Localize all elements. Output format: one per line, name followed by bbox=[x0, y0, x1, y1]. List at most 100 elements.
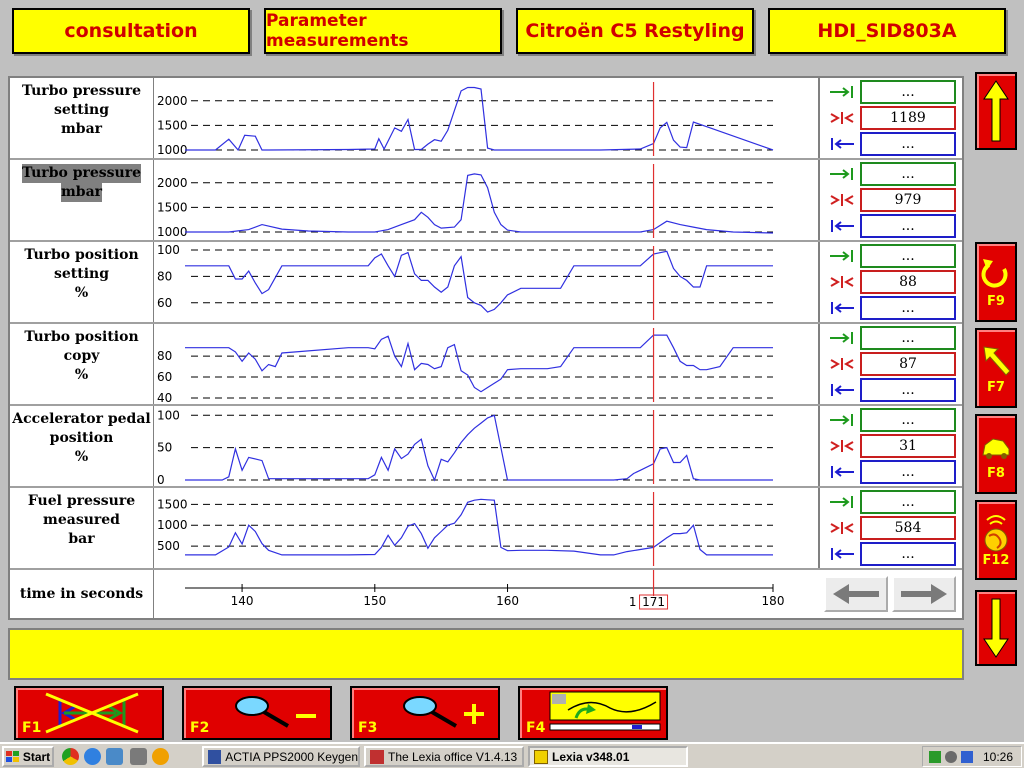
current-value-field[interactable]: 31 bbox=[860, 434, 956, 458]
min-value-field[interactable]: ... bbox=[860, 460, 956, 484]
system-tray: 10:26 bbox=[922, 746, 1022, 767]
y-tick-label: 2000 bbox=[157, 94, 188, 108]
min-value-field[interactable]: ... bbox=[860, 132, 956, 156]
scroll-down-button[interactable] bbox=[975, 590, 1017, 666]
current-value-field[interactable]: 87 bbox=[860, 352, 956, 376]
label-line: Fuel pressure bbox=[27, 493, 136, 509]
header-tab-consultation[interactable]: consultation bbox=[12, 8, 250, 54]
max-value-field[interactable]: ... bbox=[860, 326, 956, 350]
task-label: Lexia v348.01 bbox=[552, 749, 630, 764]
min-value-field[interactable]: ... bbox=[860, 214, 956, 238]
y-tick-label: 500 bbox=[157, 539, 180, 553]
f2-zoom-out-button[interactable]: F2 bbox=[182, 686, 332, 740]
parameter-label[interactable]: Turbo position setting % bbox=[10, 242, 154, 322]
y-tick-label: 100 bbox=[157, 408, 180, 422]
max-marker-icon bbox=[824, 491, 860, 513]
label-line: Turbo position bbox=[24, 247, 139, 263]
min-marker-icon bbox=[824, 461, 860, 483]
parameter-graph[interactable]: 2000 1500 1000 bbox=[155, 160, 818, 240]
arrow-right-icon bbox=[901, 584, 947, 604]
parameter-graph[interactable]: 80 60 40 bbox=[155, 324, 818, 404]
taskbar-item-keygen[interactable]: ACTIA PPS2000 Keygen bbox=[202, 746, 360, 767]
chrome-icon[interactable] bbox=[62, 748, 79, 765]
label-line: % bbox=[74, 367, 89, 383]
current-value-field[interactable]: 88 bbox=[860, 270, 956, 294]
speaker-icon[interactable] bbox=[944, 750, 957, 763]
cursor-prefix-label: 1 bbox=[629, 595, 637, 609]
current-marker-icon bbox=[824, 435, 860, 457]
refresh-button[interactable]: F9 bbox=[975, 242, 1017, 322]
parameter-label[interactable]: Fuel pressure measured bar bbox=[10, 488, 154, 568]
current-value-field[interactable]: 979 bbox=[860, 188, 956, 212]
header-ecu-name: HDI_SID803A bbox=[768, 8, 1006, 54]
parameter-graph[interactable]: 100 80 60 bbox=[155, 242, 818, 322]
browser-icon[interactable] bbox=[84, 748, 101, 765]
scroll-right-button[interactable] bbox=[892, 576, 956, 612]
tray-app-icon[interactable] bbox=[960, 750, 973, 763]
label-line: Accelerator pedal bbox=[12, 411, 151, 427]
max-value-field[interactable]: ... bbox=[860, 162, 956, 186]
task-label: The Lexia office V1.4.13 bbox=[388, 749, 518, 764]
arrow-down-icon bbox=[983, 598, 1009, 658]
min-value-field[interactable]: ... bbox=[860, 542, 956, 566]
arrow-left-icon bbox=[833, 584, 879, 604]
start-button[interactable]: Start bbox=[2, 746, 54, 767]
value-panel: ... 31 ... bbox=[818, 406, 962, 486]
y-tick-label: 80 bbox=[157, 269, 172, 283]
key-label: F8 bbox=[987, 466, 1005, 481]
taskbar-item-lexia[interactable]: Lexia v348.01 bbox=[528, 746, 688, 767]
min-marker-icon bbox=[824, 543, 860, 565]
max-value-field[interactable]: ... bbox=[860, 490, 956, 514]
taskbar: Start ACTIA PPS2000 Keygen The Lexia off… bbox=[0, 742, 1024, 768]
app-icon bbox=[370, 749, 384, 764]
key-label: F9 bbox=[987, 294, 1005, 309]
network-icon[interactable] bbox=[928, 750, 941, 763]
vehicle-button[interactable]: F8 bbox=[975, 414, 1017, 494]
header-tab-parameter-measurements[interactable]: Parameter measurements bbox=[264, 8, 502, 54]
min-marker-icon bbox=[824, 215, 860, 237]
label-line: Turbo pressure bbox=[22, 83, 141, 99]
f1-button[interactable]: F1 bbox=[14, 686, 164, 740]
parameter-graph[interactable]: 2000 1500 1000 bbox=[155, 78, 818, 158]
current-value-field[interactable]: 584 bbox=[860, 516, 956, 540]
parameter-label[interactable]: Turbo pressure mbar bbox=[10, 160, 154, 240]
y-tick-label: 60 bbox=[157, 370, 172, 384]
parameter-row: Turbo pressure setting mbar 2000 1500 1000… bbox=[10, 78, 962, 160]
parameter-label[interactable]: Accelerator pedal position % bbox=[10, 406, 154, 486]
f4-overview-button[interactable]: F4 bbox=[518, 686, 668, 740]
y-tick-label: 2000 bbox=[157, 176, 188, 190]
media-player-icon[interactable] bbox=[152, 748, 169, 765]
label-line: setting bbox=[53, 266, 109, 282]
value-panel: ... 584 ... bbox=[818, 488, 962, 568]
value-panel: ... 87 ... bbox=[818, 324, 962, 404]
parameter-graph[interactable]: 1500 1000 500 bbox=[155, 488, 818, 568]
min-value-field[interactable]: ... bbox=[860, 378, 956, 402]
max-marker-icon bbox=[824, 327, 860, 349]
parameter-row: Turbo position copy % 80 60 40 ... 87 ... bbox=[10, 324, 962, 406]
taskbar-item-lexia-office[interactable]: The Lexia office V1.4.13 bbox=[364, 746, 524, 767]
max-marker-icon bbox=[824, 245, 860, 267]
max-value-field[interactable]: ... bbox=[860, 80, 956, 104]
parameter-label[interactable]: Turbo position copy % bbox=[10, 324, 154, 404]
label-line: Turbo pressure bbox=[22, 164, 141, 183]
max-value-field[interactable]: ... bbox=[860, 244, 956, 268]
f3-zoom-in-button[interactable]: F3 bbox=[350, 686, 500, 740]
scroll-up-button[interactable] bbox=[975, 72, 1017, 150]
pointer-button[interactable]: F7 bbox=[975, 328, 1017, 408]
explorer-icon[interactable] bbox=[106, 748, 123, 765]
parameter-label[interactable]: Turbo pressure setting mbar bbox=[10, 78, 154, 158]
label-line: mbar bbox=[60, 121, 103, 137]
globe-button[interactable]: F12 bbox=[975, 500, 1017, 580]
scroll-left-button[interactable] bbox=[824, 576, 888, 612]
time-axis: 140 150 160 180 171 1 bbox=[185, 570, 784, 610]
parameter-graph[interactable]: 100 50 0 bbox=[155, 406, 818, 486]
current-value-field[interactable]: 1189 bbox=[860, 106, 956, 130]
globe-icon bbox=[984, 515, 1008, 552]
tool-icon[interactable] bbox=[130, 748, 147, 765]
max-value-field[interactable]: ... bbox=[860, 408, 956, 432]
label-line: position bbox=[49, 430, 114, 446]
parameter-row: Turbo pressure mbar 2000 1500 1000 ... 979… bbox=[10, 160, 962, 242]
value-panel: ... 979 ... bbox=[818, 160, 962, 240]
min-value-field[interactable]: ... bbox=[860, 296, 956, 320]
y-tick-label: 100 bbox=[157, 243, 180, 257]
